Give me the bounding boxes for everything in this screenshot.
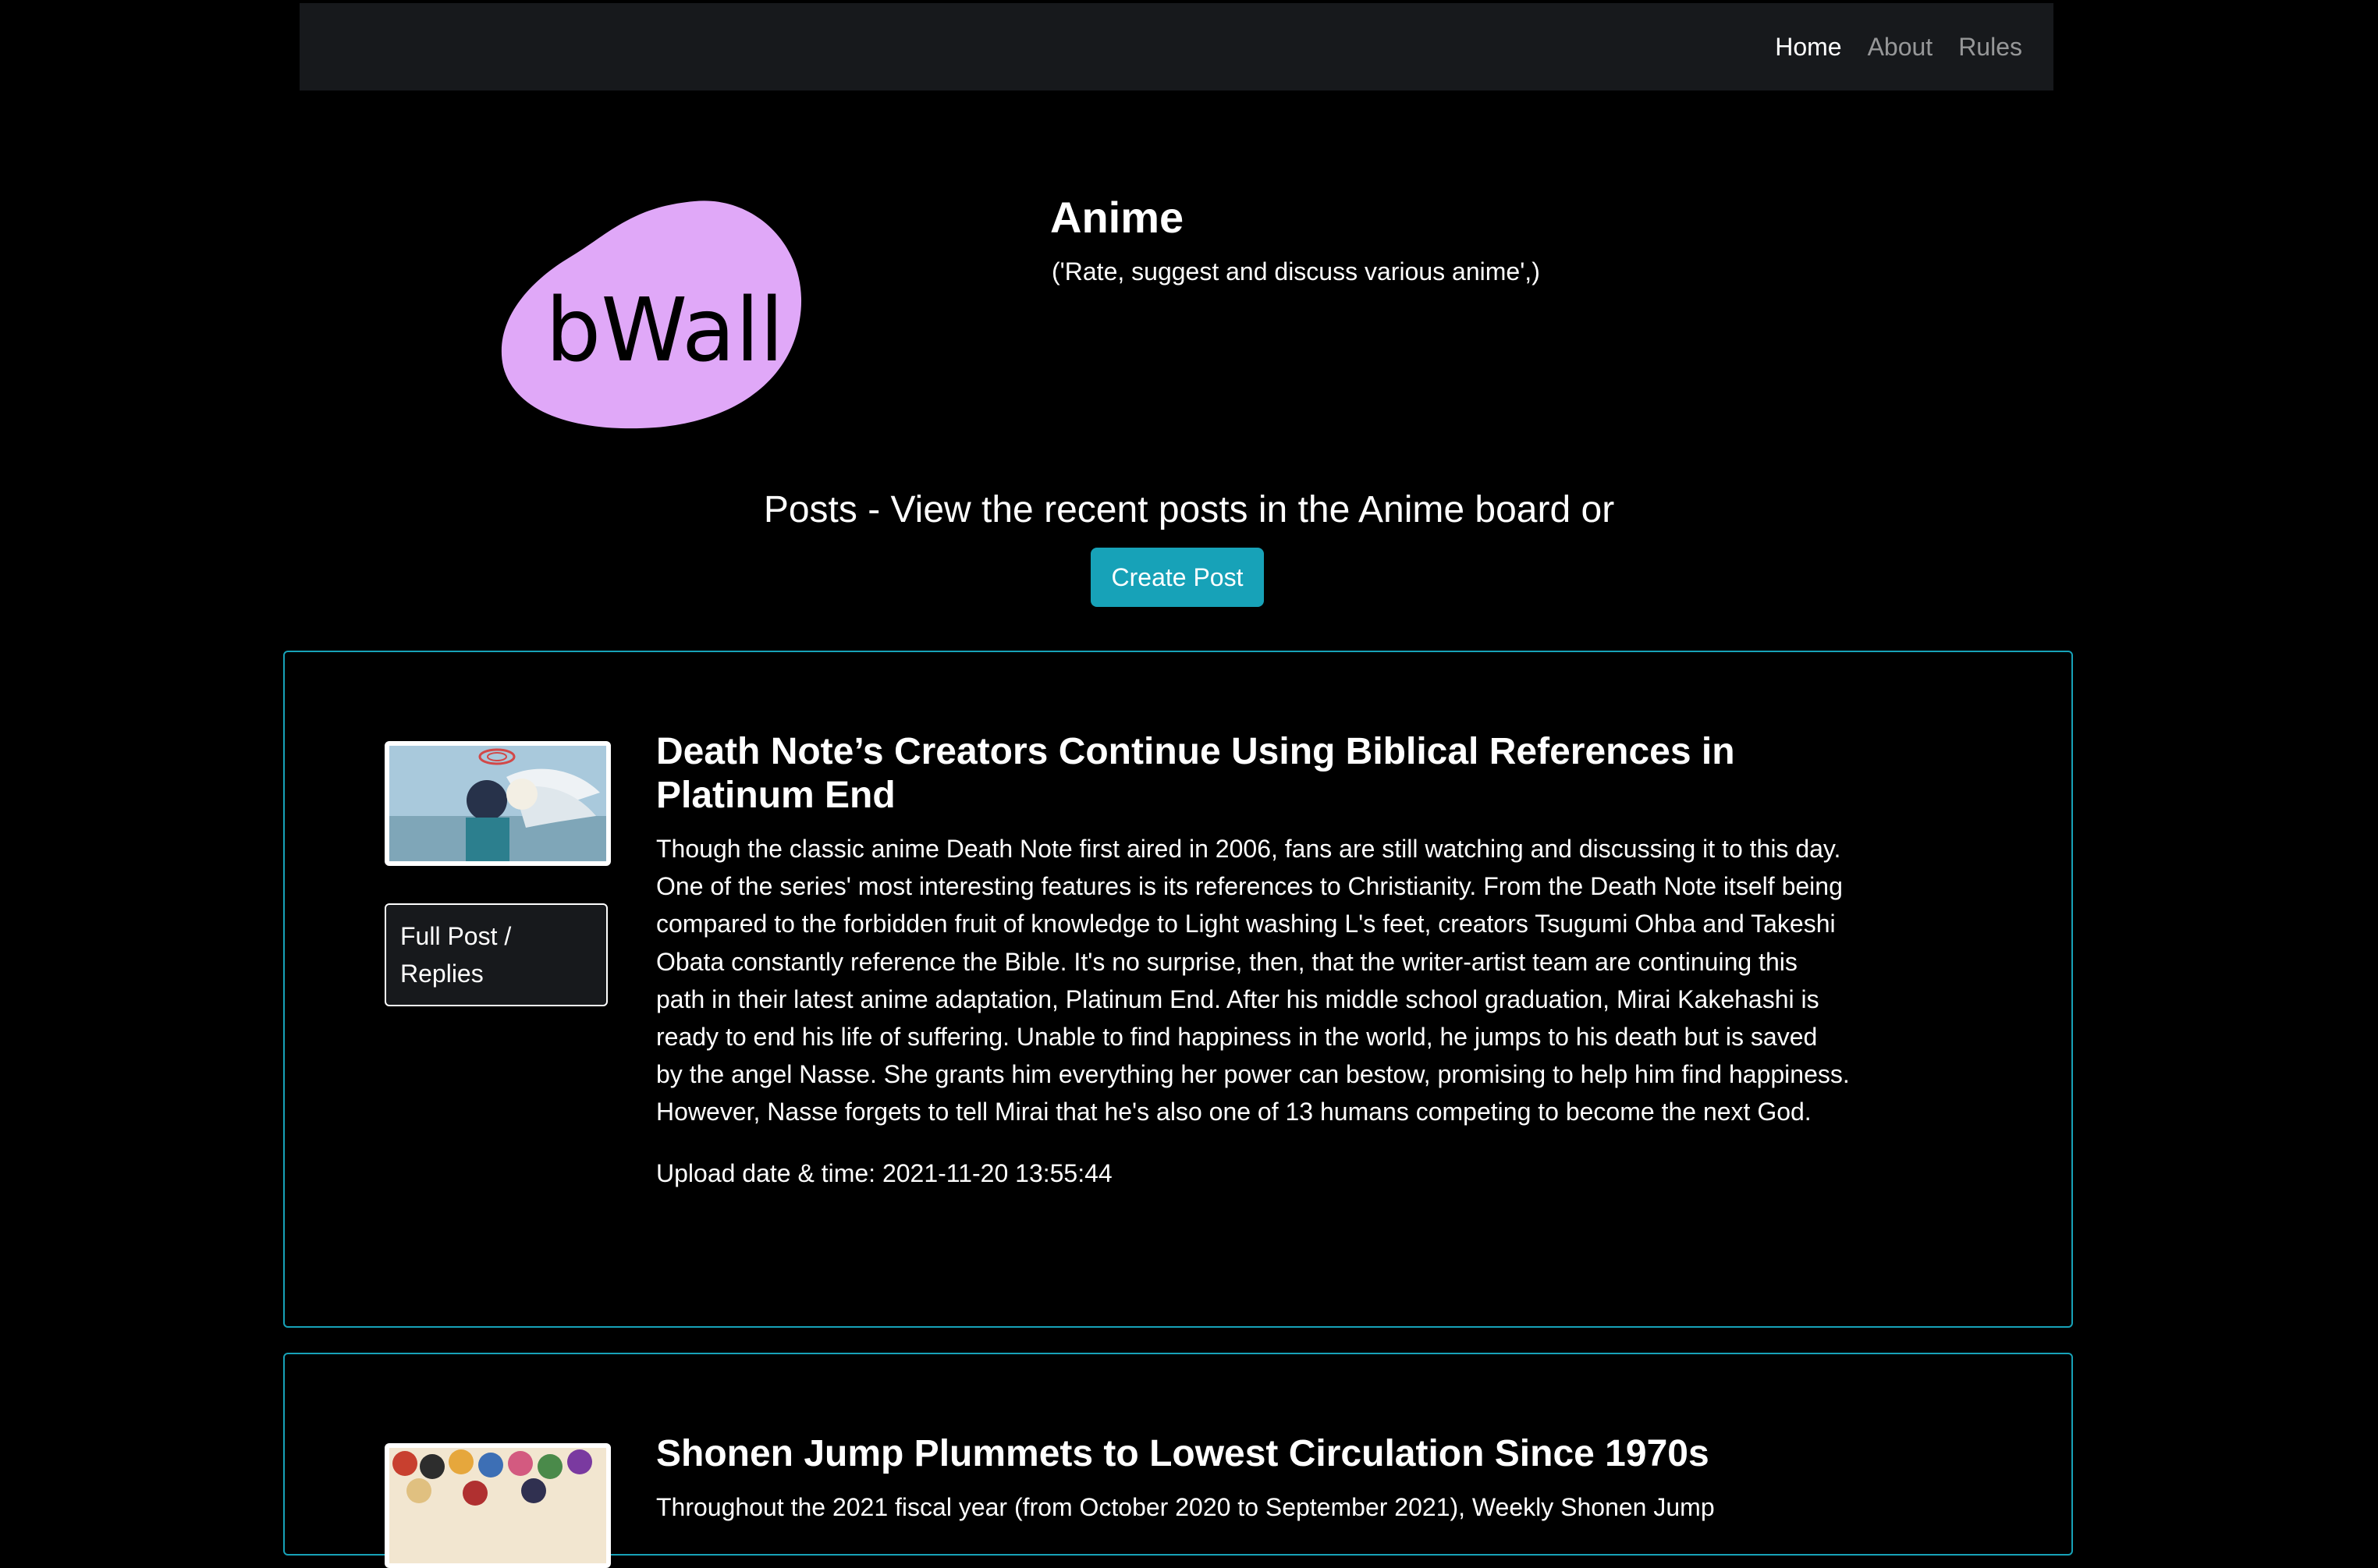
post-thumbnail-image[interactable] — [385, 741, 611, 866]
post-body: Shonen Jump Plummets to Lowest Circulati… — [656, 1432, 1850, 1526]
board-title: Anime — [1050, 193, 1184, 242]
full-post-replies-button[interactable]: Full Post / Replies — [385, 903, 608, 1006]
create-post-button[interactable]: Create Post — [1091, 548, 1264, 607]
board-description: ('Rate, suggest and discuss various anim… — [1052, 257, 1540, 286]
logo-text: bWall — [545, 280, 784, 381]
post-body: Death Note’s Creators Continue Using Bib… — [656, 730, 1850, 1188]
nav-home-link[interactable]: Home — [1775, 33, 1841, 62]
post-card: Full Post / Replies Death Note’s Creator… — [283, 651, 2073, 1328]
post-text: Throughout the 2021 fiscal year (from Oc… — [656, 1493, 1715, 1521]
nav-rules-link[interactable]: Rules — [1958, 33, 2022, 62]
post-title: Shonen Jump Plummets to Lowest Circulati… — [656, 1433, 1709, 1474]
post-text: Though the classic anime Death Note firs… — [656, 835, 1850, 1126]
nav-about-link[interactable]: About — [1868, 33, 1933, 62]
navbar: Home About Rules — [300, 3, 2053, 90]
board-header: bWall Anime ('Rate, suggest and discuss … — [0, 179, 2378, 445]
post-title: Death Note’s Creators Continue Using Bib… — [656, 731, 1735, 816]
post-card: Shonen Jump Plummets to Lowest Circulati… — [283, 1353, 2073, 1568]
post-upload-date: Upload date & time: 2021-11-20 13:55:44 — [656, 1158, 1113, 1187]
post-thumbnail-image[interactable] — [385, 1443, 611, 1568]
bwall-logo: bWall — [499, 187, 804, 429]
posts-heading: Posts - View the recent posts in the Ani… — [763, 489, 1615, 530]
